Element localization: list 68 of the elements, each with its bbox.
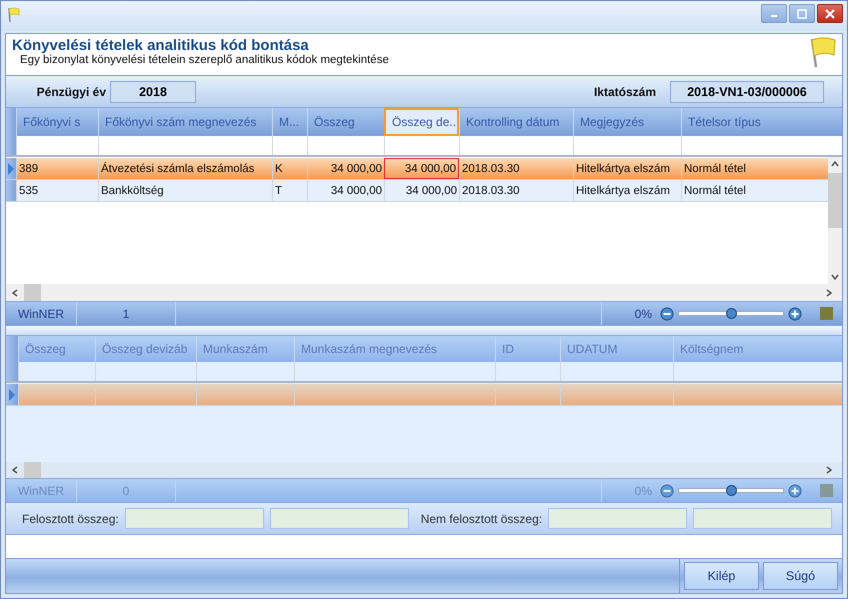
exit-button[interactable]: Kilép — [684, 562, 759, 590]
row-pointer-icon — [8, 162, 14, 174]
table-cell: T — [272, 180, 307, 201]
table-cell: K — [272, 158, 307, 179]
zoom-in-icon[interactable] — [788, 306, 802, 320]
amount-field[interactable] — [693, 508, 832, 529]
row-header[interactable] — [6, 158, 16, 179]
table-cell: Hitelkártya elszám — [573, 158, 681, 179]
minimize-icon — [771, 15, 777, 17]
square-icon[interactable] — [820, 307, 833, 320]
zoom-out-icon[interactable] — [660, 306, 674, 320]
table-cell: 34 000,00 — [307, 158, 384, 179]
table-row[interactable] — [6, 384, 842, 406]
scroll-thumb[interactable] — [24, 462, 41, 478]
column-header[interactable]: Összeg de... — [384, 108, 459, 136]
scroll-up-icon — [831, 161, 839, 167]
zoom-slider[interactable] — [678, 311, 784, 316]
vertical-scrollbar[interactable] — [828, 157, 842, 284]
form-subtitle: Egy bizonylat könyvelési tételein szereplő analitikus kódok megtekintése — [19, 54, 389, 66]
table-cell: Bankköltség — [98, 180, 272, 201]
row-header[interactable] — [6, 384, 18, 405]
table-cell: Normál tétel — [681, 180, 826, 201]
table-cell: 2018.03.30 — [459, 180, 573, 201]
scroll-down-icon — [831, 274, 839, 280]
flag-icon — [808, 35, 838, 69]
zoom-percent: 0% — [634, 306, 652, 320]
form-title: Könyvelési tételek analitikus kód bontása — [12, 37, 310, 54]
minimize-button[interactable] — [761, 4, 787, 23]
table-row[interactable]: 535 Bankköltség T 34 000,00 34 000,00 2018.03.30 Hitelkártya elszám Normál tétel — [6, 180, 828, 202]
row-header — [6, 362, 18, 381]
row-pointer-icon — [9, 388, 15, 400]
year-field[interactable]: 2018 — [110, 80, 196, 102]
help-button[interactable]: Súgó — [763, 562, 838, 590]
amount-field[interactable] — [548, 508, 688, 529]
splitter-handle[interactable] — [6, 325, 842, 336]
field-label: Nem felosztott összeg: — [420, 512, 542, 526]
field-label: Felosztott összeg: — [22, 512, 119, 526]
scroll-left-icon — [12, 466, 18, 474]
close-icon — [825, 8, 835, 18]
table-cell: Átvezetési számla elszámolás — [98, 158, 272, 179]
horizontal-scrollbar[interactable] — [6, 462, 842, 478]
row-header[interactable] — [6, 180, 16, 201]
zoom-percent: 0% — [634, 484, 652, 498]
table-cell: 389 — [16, 158, 98, 179]
table-cell: 34 000,00 — [384, 180, 459, 201]
field-label: Pénzügyi év — [36, 84, 106, 98]
flag-icon — [7, 7, 21, 23]
row-header — [6, 336, 18, 362]
table-cell: 535 — [16, 180, 98, 201]
table-cell: 2018.03.30 — [459, 158, 573, 179]
field-label: Iktatószám — [594, 84, 656, 98]
slider-thumb[interactable] — [726, 308, 737, 319]
amount-field[interactable] — [124, 508, 264, 529]
scroll-right-icon — [826, 288, 832, 296]
table-cell: 34 000,00 — [307, 180, 384, 201]
table-row[interactable]: 389 Átvezetési számla elszámolás K 34 000,00 34 000,00 2018.03.30 Hitelkártya elszám Normál tétel — [6, 158, 828, 180]
scroll-right-icon — [826, 466, 832, 474]
close-button[interactable] — [817, 4, 843, 23]
scroll-left-icon — [12, 288, 18, 296]
table-cell: Normál tétel — [681, 158, 826, 179]
table-cell: Hitelkártya elszám — [573, 180, 681, 201]
scroll-thumb[interactable] — [828, 173, 842, 228]
maximize-icon — [797, 8, 807, 18]
horizontal-scrollbar[interactable] — [6, 284, 842, 301]
table-cell: 34 000,00 — [384, 158, 459, 179]
scroll-thumb[interactable] — [24, 284, 41, 301]
amount-field[interactable] — [270, 508, 409, 529]
registration-number-field[interactable]: 2018-VN1-03/000006 — [670, 80, 824, 102]
